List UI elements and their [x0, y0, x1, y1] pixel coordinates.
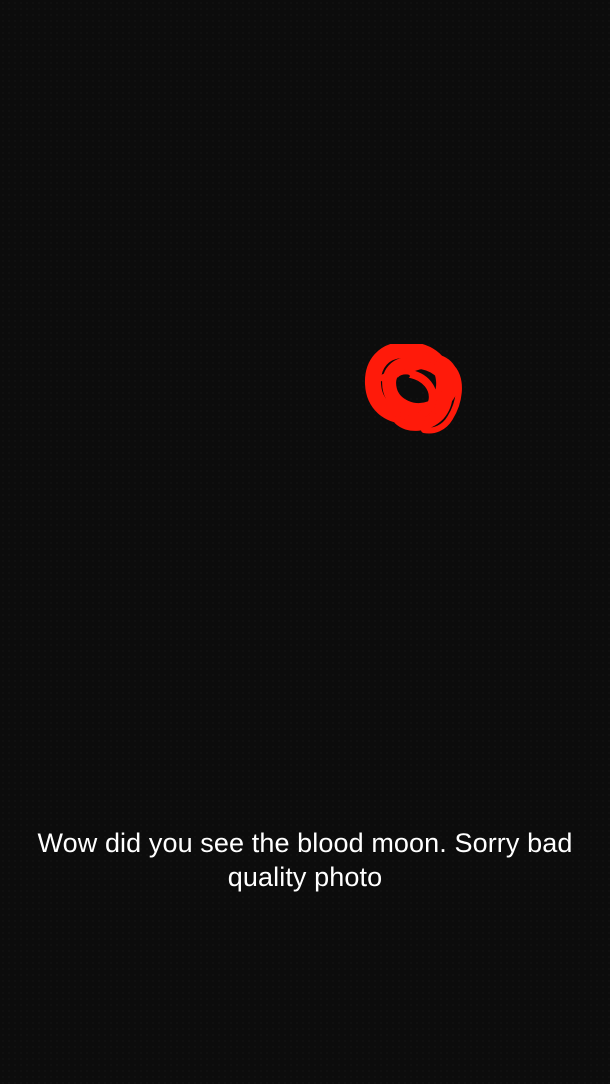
caption-line-1: Wow did you see the blood moon. Sorry ba…	[37, 828, 573, 858]
snap-photo-view[interactable]: Wow did you see the blood moon. Sorry ba…	[0, 0, 610, 1084]
snap-caption[interactable]: Wow did you see the blood moon. Sorry ba…	[0, 826, 610, 894]
red-scribble-drawing	[365, 344, 462, 434]
caption-line-2: quality photo	[227, 862, 383, 892]
